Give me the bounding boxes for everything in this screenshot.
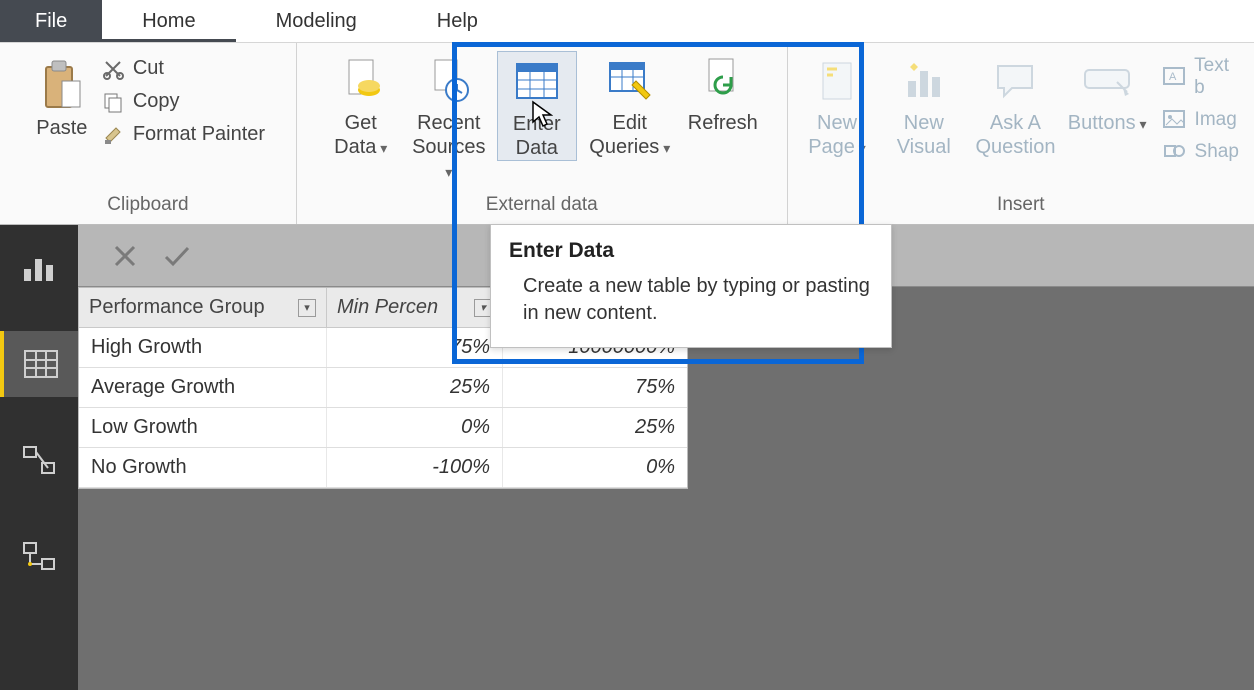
chevron-down-icon[interactable]: ▾ xyxy=(298,299,316,317)
table-row[interactable]: Low Growth 0% 25% xyxy=(79,408,687,448)
scissors-icon xyxy=(101,58,125,80)
cell: 0% xyxy=(503,448,687,487)
clipboard-icon xyxy=(40,59,84,113)
check-icon xyxy=(162,242,192,270)
copy-button[interactable]: Copy xyxy=(101,90,265,113)
refresh-button[interactable]: Refresh xyxy=(683,51,763,135)
col-b-label: Min Percen xyxy=(337,296,438,319)
x-icon xyxy=(111,242,139,270)
svg-text:A: A xyxy=(1169,71,1177,83)
cell: High Growth xyxy=(79,328,327,367)
enter-data-label: Enter Data xyxy=(513,112,561,160)
ask-question-label: Ask A Question xyxy=(975,111,1055,159)
cell: 25% xyxy=(327,368,503,407)
new-visual-label: New Visual xyxy=(897,111,951,159)
paintbrush-icon xyxy=(101,124,125,146)
tab-file[interactable]: File xyxy=(0,0,102,42)
copy-icon xyxy=(101,91,125,113)
cell: No Growth xyxy=(79,448,327,487)
tooltip-body: Create a new table by typing or pasting … xyxy=(509,273,873,327)
button-icon xyxy=(1083,55,1131,107)
enter-data-button[interactable]: Enter Data xyxy=(497,51,577,161)
textbox-icon: A xyxy=(1163,67,1187,87)
recent-sources-button[interactable]: Recent Sources xyxy=(409,51,489,183)
refresh-icon xyxy=(699,55,747,107)
tab-home[interactable]: Home xyxy=(102,0,235,42)
cell: 75% xyxy=(327,328,503,367)
cell: 0% xyxy=(327,408,503,447)
table-row[interactable]: Average Growth 25% 75% xyxy=(79,368,687,408)
cell: Average Growth xyxy=(79,368,327,407)
bar-chart-icon xyxy=(22,253,56,283)
group-clipboard-label: Clipboard xyxy=(107,188,188,224)
new-visual-button[interactable]: New Visual xyxy=(884,51,963,159)
cell: 75% xyxy=(503,368,687,407)
view-report-button[interactable] xyxy=(0,235,78,301)
tooltip-enter-data: Enter Data Create a new table by typing … xyxy=(490,224,892,348)
image-icon xyxy=(1163,110,1187,130)
column-header-min-percent[interactable]: Min Percen ▾ xyxy=(327,288,503,327)
ask-question-button[interactable]: Ask A Question xyxy=(971,51,1060,159)
group-external-data-label: External data xyxy=(486,188,598,224)
get-data-label: Get Data xyxy=(334,111,387,159)
buttons-label: Buttons xyxy=(1068,111,1147,135)
paste-label: Paste xyxy=(36,117,87,140)
group-insert-label: Insert xyxy=(997,188,1045,224)
model-icon xyxy=(22,445,56,475)
formula-confirm-button[interactable] xyxy=(160,239,194,273)
image-button[interactable]: Imag xyxy=(1163,109,1244,131)
ribbon: Paste Cut Copy xyxy=(0,43,1254,225)
cell: Low Growth xyxy=(79,408,327,447)
text-box-button[interactable]: A Text b xyxy=(1163,55,1244,99)
tooltip-title: Enter Data xyxy=(509,239,873,263)
page-icon xyxy=(813,55,861,107)
refresh-label: Refresh xyxy=(688,111,758,135)
left-rail xyxy=(0,225,78,690)
cell: 25% xyxy=(503,408,687,447)
view-data-button[interactable] xyxy=(0,331,78,397)
copy-label: Copy xyxy=(133,90,180,113)
table-icon xyxy=(513,56,561,108)
edit-queries-label: Edit Queries xyxy=(589,111,670,159)
new-page-button[interactable]: New Page xyxy=(798,51,877,159)
recent-sources-label: Recent Sources xyxy=(409,111,489,183)
shapes-button[interactable]: Shap xyxy=(1163,141,1244,163)
view-relationships-button[interactable] xyxy=(0,523,78,589)
table-view-icon xyxy=(24,350,58,378)
tab-help[interactable]: Help xyxy=(397,0,518,42)
shapes-label: Shap xyxy=(1195,141,1239,163)
col-a-label: Performance Group xyxy=(89,296,265,319)
paste-button[interactable]: Paste xyxy=(31,51,93,140)
cell: -100% xyxy=(327,448,503,487)
formula-cancel-button[interactable] xyxy=(108,239,142,273)
text-box-label: Text b xyxy=(1194,55,1244,99)
buttons-button[interactable]: Buttons xyxy=(1068,51,1147,135)
new-page-label: New Page xyxy=(808,111,866,159)
database-icon xyxy=(337,55,385,107)
get-data-button[interactable]: Get Data xyxy=(321,51,401,159)
image-label: Imag xyxy=(1195,109,1237,131)
shapes-icon xyxy=(1163,142,1187,162)
tab-modeling[interactable]: Modeling xyxy=(236,0,397,42)
view-model-button[interactable] xyxy=(0,427,78,493)
speech-icon xyxy=(991,55,1039,107)
chart-icon xyxy=(900,55,948,107)
format-painter-label: Format Painter xyxy=(133,123,265,146)
recent-icon xyxy=(425,55,473,107)
format-painter-button[interactable]: Format Painter xyxy=(101,123,265,146)
cut-label: Cut xyxy=(133,57,164,80)
table-row[interactable]: No Growth -100% 0% xyxy=(79,448,687,488)
column-header-performance-group[interactable]: Performance Group ▾ xyxy=(79,288,327,327)
relationships-icon xyxy=(22,541,56,571)
cut-button[interactable]: Cut xyxy=(101,57,265,80)
edit-table-icon xyxy=(606,55,654,107)
menu-bar: File Home Modeling Help xyxy=(0,0,1254,43)
edit-queries-button[interactable]: Edit Queries xyxy=(585,51,675,159)
